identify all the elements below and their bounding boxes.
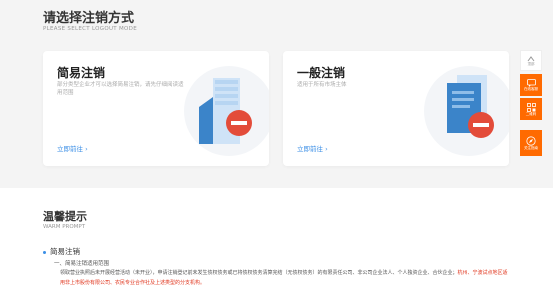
general-cancellation-card[interactable]: 一般注销 适用于所有市场主体 立即前往 ›	[283, 51, 509, 166]
qrcode-icon	[526, 102, 536, 112]
tips-subtitle: WARM PROMPT	[43, 224, 86, 230]
back-to-top-button[interactable]: 顶部	[520, 50, 542, 71]
go-now-link[interactable]: 立即前往 ›	[57, 143, 88, 153]
page-title: 请选择注销方式	[43, 11, 135, 26]
toolbar-label: 顶部	[527, 61, 535, 66]
select-mode-section: 请选择注销方式 PLEASE SELECT LOGOUT MODE 简易注销 部…	[0, 0, 553, 188]
section-label: 简易注销	[50, 247, 80, 256]
online-service-button[interactable]: 在线客服	[520, 74, 542, 96]
toolbar-label: 在线客服	[524, 87, 538, 91]
simple-cancellation-card[interactable]: 简易注销 部分类型企业才可以选择简易注销，请先仔细阅读适用范围 立即前往 ›	[43, 51, 269, 166]
compass-icon	[526, 136, 536, 146]
page-subtitle: PLEASE SELECT LOGOUT MODE	[43, 26, 137, 32]
card-description: 部分类型企业才可以选择简易注销，请先仔细阅读适用范围	[57, 82, 184, 96]
card-title: 简易注销	[57, 66, 106, 80]
toolbar-label: 二维码	[525, 111, 537, 116]
card-title: 一般注销	[297, 66, 346, 80]
warm-prompt-section: 温馨提示 WARM PROMPT 简易注销 一、简易注销适用范围 领取营业执照后…	[0, 188, 553, 290]
card-description: 适用于所有市场主体	[297, 82, 347, 88]
tips-section-heading: 简易注销	[43, 246, 80, 257]
chat-icon	[526, 79, 536, 87]
tips-paragraph: 领取营业执照后未开展经营活动（未开业），申请注销登记前未发生债权债务或已将债权债…	[60, 268, 510, 288]
bullet-dot	[43, 250, 46, 254]
tips-item: 一、简易注销适用范围	[54, 261, 110, 267]
go-now-link[interactable]: 立即前往 ›	[297, 143, 328, 153]
paragraph-text: 领取营业执照后未开展经营活动（未开业），申请注销登记前未发生债权债务或已将债权债…	[60, 270, 458, 276]
guide-button[interactable]: 关注指南	[520, 130, 542, 156]
tips-title: 温馨提示	[43, 210, 87, 223]
documents-cancel-icon	[424, 66, 509, 156]
building-cancel-icon	[184, 66, 269, 156]
toolbar-label: 关注指南	[524, 146, 538, 150]
qrcode-button[interactable]: 二维码	[520, 98, 542, 120]
